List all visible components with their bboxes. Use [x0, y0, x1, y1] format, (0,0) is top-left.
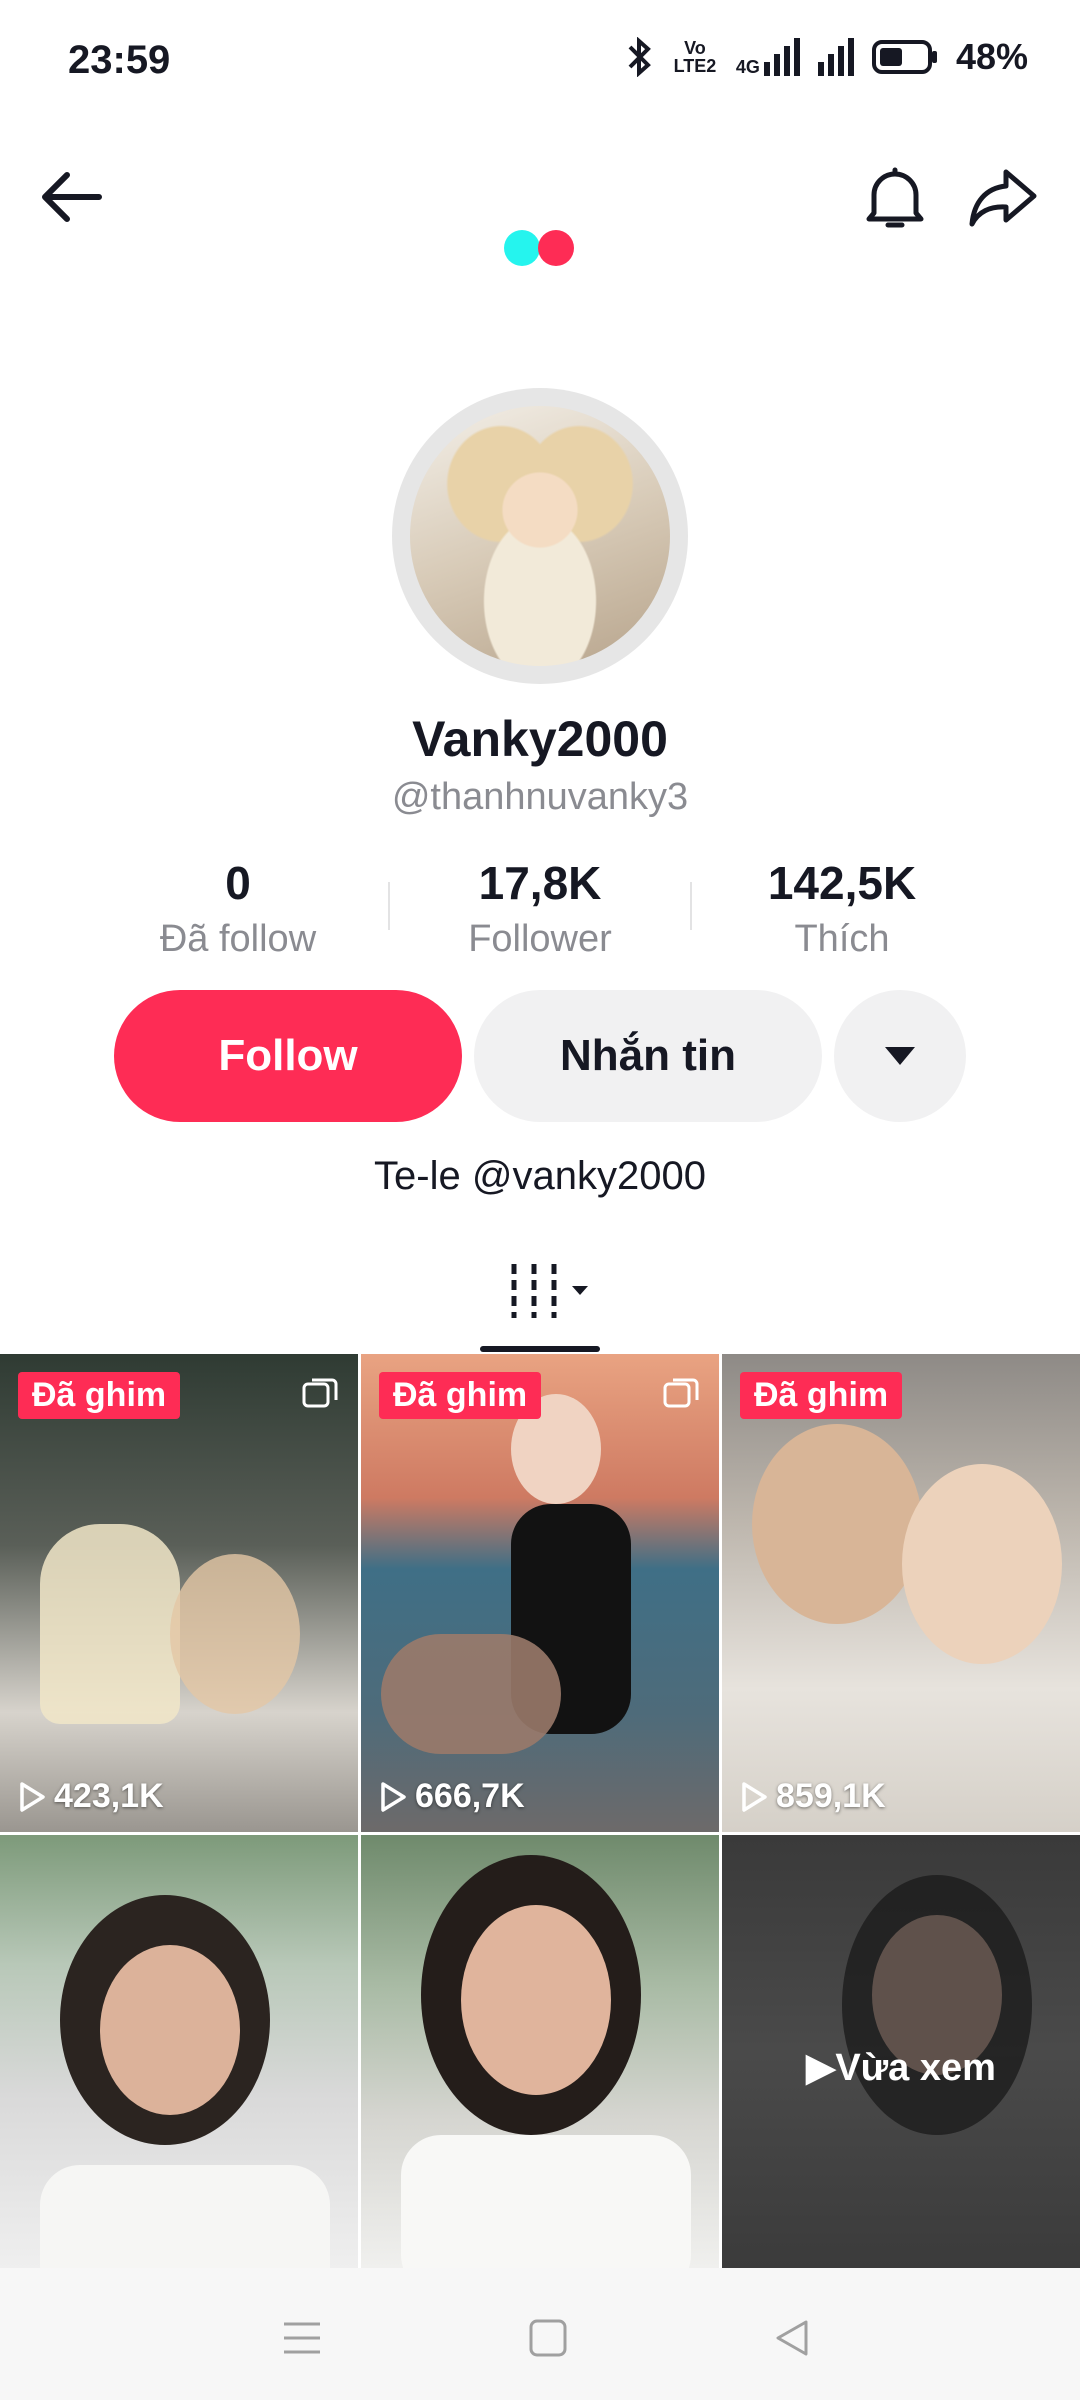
battery-icon [871, 40, 937, 74]
battery-percent: 48% [955, 36, 1028, 77]
avatar[interactable] [392, 388, 688, 684]
video-tile-4[interactable] [0, 1835, 358, 2268]
video-tile-3[interactable]: Đã ghim 859,1K [722, 1354, 1080, 1832]
stat-followers-value: 17,8K [478, 857, 602, 909]
pinned-badge: Đã ghim [740, 1372, 903, 1419]
view-count-text: 666,7K [415, 1777, 525, 1815]
recently-watched-label: ▶Vừa xem [722, 2045, 1080, 2090]
view-count-text: 859,1K [776, 1777, 886, 1815]
stat-following-label: Đã follow [159, 918, 317, 960]
play-icon [742, 1781, 767, 1812]
video-tile-5[interactable] [361, 1835, 719, 2268]
videos-grid-icon [511, 1264, 588, 1318]
bluetooth-icon [628, 37, 651, 77]
stat-followers[interactable]: 17,8K Follower [390, 856, 690, 961]
bell-icon [866, 167, 924, 228]
more-options-button[interactable] [834, 990, 966, 1122]
stat-following-value: 0 [225, 857, 251, 909]
play-icon [381, 1781, 406, 1812]
share-icon [969, 169, 1037, 227]
signal-icon [817, 38, 854, 76]
tiktok-loading-dots-logo [504, 230, 576, 266]
play-icon: ▶ [806, 2047, 836, 2089]
profile-display-name: Vanky2000 [412, 711, 668, 767]
stat-likes[interactable]: 142,5K Thích [692, 856, 992, 961]
data-type-label: 4G [735, 57, 760, 77]
back-arrow-icon [42, 172, 102, 222]
status-time: 23:59 [68, 38, 171, 82]
profile-bio: Te-le @vanky2000 [374, 1154, 706, 1198]
nav-back-button[interactable] [752, 2298, 832, 2378]
video-tile-2[interactable]: Đã ghim 666,7K [361, 1354, 719, 1832]
message-button[interactable]: Nhắn tin [474, 990, 822, 1122]
pinned-badge: Đã ghim [379, 1372, 542, 1419]
view-count-text: 423,1K [54, 1777, 164, 1815]
share-button[interactable] [958, 152, 1048, 242]
tab-videos[interactable] [480, 1250, 600, 1350]
play-icon [20, 1781, 45, 1812]
stat-following[interactable]: 0 Đã follow [88, 856, 388, 961]
status-icons: Vo LTE2 4G 48% [626, 36, 1028, 78]
system-navigation-bar [0, 2268, 1080, 2400]
nav-menu-button[interactable] [262, 2298, 342, 2378]
status-bar: 23:59 Vo LTE2 4G 48% [0, 0, 1080, 120]
stat-likes-label: Thích [794, 918, 890, 960]
tab-active-indicator [480, 1346, 600, 1352]
video-tile-6[interactable]: ▶Vừa xem [722, 1835, 1080, 2268]
view-count: 859,1K [740, 1777, 886, 1816]
follow-button[interactable]: Follow [114, 990, 462, 1122]
home-square-icon [529, 2319, 567, 2357]
pinned-badge: Đã ghim [18, 1372, 181, 1419]
back-triangle-icon [776, 2320, 808, 2356]
menu-icon [284, 2322, 320, 2354]
avatar-photo [410, 406, 670, 666]
back-button[interactable] [26, 152, 116, 242]
nav-home-button[interactable] [508, 2298, 588, 2378]
stat-likes-value: 142,5K [767, 857, 917, 909]
view-count: 666,7K [379, 1777, 525, 1816]
cellular-4g-icon: 4G [736, 38, 800, 76]
volte-label: Vo LTE2 [673, 38, 717, 76]
video-tile-1[interactable]: Đã ghim 423,1K [0, 1354, 358, 1832]
multi-photo-icon [663, 1378, 699, 1408]
recently-watched-text: Vừa xem [835, 2047, 996, 2089]
notification-bell-button[interactable] [850, 152, 940, 242]
stat-followers-label: Follower [468, 918, 612, 960]
multi-photo-icon [302, 1378, 338, 1408]
profile-handle: @thanhnuvanky3 [391, 776, 689, 818]
view-count: 423,1K [18, 1777, 164, 1816]
caret-down-icon [885, 1047, 915, 1065]
